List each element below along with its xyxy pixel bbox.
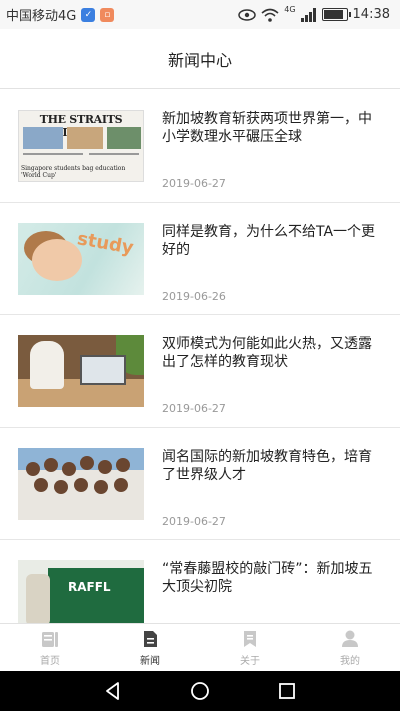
thumbnail-figure	[80, 455, 94, 470]
status-right: 4G 14:38	[238, 5, 390, 22]
thumbnail-figure	[26, 461, 40, 476]
home-icon	[42, 631, 58, 647]
eye-icon	[238, 8, 256, 21]
network-type-label: 4G	[284, 5, 296, 14]
tab-news[interactable]: 新闻	[100, 624, 200, 671]
thumbnail-photo-block	[67, 127, 103, 149]
news-title[interactable]: 闻名国际的新加坡教育特色，培育了世界级人才	[162, 448, 382, 484]
home-circle-icon[interactable]	[189, 680, 211, 702]
thumbnail-figure	[34, 477, 48, 492]
thumbnail-word: study	[75, 227, 136, 259]
thumbnail-figure	[98, 459, 112, 474]
thumbnail-figure	[114, 477, 128, 492]
wifi-icon	[261, 8, 279, 22]
tab-home[interactable]: 首页	[0, 624, 100, 671]
thumbnail-caption: Singapore students bag education 'World …	[21, 165, 126, 179]
news-list[interactable]: THE STRAITS TIMES Singapore students bag…	[0, 90, 400, 623]
status-left: 中国移动4G ✓ ▫	[6, 5, 115, 24]
bottom-tab-bar: 首页 新闻 关于 我的	[0, 623, 400, 671]
app-header: 新闻中心	[0, 29, 400, 89]
thumbnail-figure	[30, 341, 64, 389]
tab-label: 首页	[40, 655, 60, 667]
news-title[interactable]: 双师模式为何能如此火热，又透露出了怎样的教育现状	[162, 335, 382, 371]
page-title: 新闻中心	[167, 50, 232, 70]
news-date: 2019-06-27	[162, 514, 226, 528]
news-text: 闻名国际的新加坡教育特色，培育了世界级人才 2019-06-27	[162, 448, 382, 528]
signal-icon	[300, 7, 316, 22]
news-text: 双师模式为何能如此火热，又透露出了怎样的教育现状 2019-06-27	[162, 335, 382, 415]
news-item[interactable]: 闻名国际的新加坡教育特色，培育了世界级人才 2019-06-27	[0, 428, 400, 540]
news-date: 2019-06-27	[162, 177, 226, 190]
thumbnail-figure	[54, 479, 68, 494]
thumbnail-figure	[94, 479, 108, 494]
news-title[interactable]: “常春藤盟校的敲门砖”：新加坡五大顶尖初院	[162, 560, 382, 596]
news-thumbnail: THE STRAITS TIMES Singapore students bag…	[18, 110, 144, 182]
news-text: “常春藤盟校的敲门砖”：新加坡五大顶尖初院	[162, 560, 382, 623]
recents-icon[interactable]	[276, 680, 298, 702]
news-text: 新加坡教育斩获两项世界第一，中小学数理水平碾压全球 2019-06-27	[162, 110, 382, 190]
news-thumbnail: study	[18, 222, 144, 295]
carrier-label: 中国移动4G	[6, 9, 77, 24]
news-thumbnail	[18, 335, 144, 407]
battery-level	[323, 10, 344, 19]
news-item[interactable]: THE STRAITS TIMES Singapore students bag…	[0, 90, 400, 203]
thumbnail-figure	[74, 477, 88, 492]
news-item[interactable]: RAFFL “常春藤盟校的敲门砖”：新加坡五大顶尖初院	[0, 540, 400, 623]
tab-mine[interactable]: 我的	[300, 624, 400, 671]
thumbnail-figure	[44, 457, 58, 472]
back-icon[interactable]	[102, 680, 124, 702]
thumbnail-figure	[32, 238, 82, 281]
thumbnail-sign: RAFFL	[68, 580, 111, 594]
thumbnail-building	[48, 568, 144, 623]
thumbnail-laptop	[80, 355, 126, 385]
status-bar: 中国移动4G ✓ ▫ 4G 14:38	[0, 0, 400, 29]
news-text: 同样是教育，为什么不给TA一个更好的 2019-06-26	[162, 223, 382, 303]
thumbnail-crest	[26, 574, 50, 623]
news-item[interactable]: study 同样是教育，为什么不给TA一个更好的 2019-06-26	[0, 203, 400, 315]
news-icon	[144, 630, 157, 647]
thumbnail-text-line	[23, 153, 83, 155]
thumbnail-figure	[116, 457, 130, 472]
tab-label: 我的	[340, 655, 360, 667]
tab-label: 新闻	[140, 655, 160, 667]
tab-about[interactable]: 关于	[200, 624, 300, 671]
clock: 14:38	[352, 7, 390, 22]
news-title[interactable]: 同样是教育，为什么不给TA一个更好的	[162, 223, 382, 259]
bookmark-icon	[244, 630, 256, 647]
shield-icon: ✓	[81, 7, 96, 22]
news-title[interactable]: 新加坡教育斩获两项世界第一，中小学数理水平碾压全球	[162, 110, 382, 146]
system-nav-bar	[0, 671, 400, 711]
news-thumbnail	[18, 447, 144, 520]
thumbnail-figure	[62, 461, 76, 476]
tab-label: 关于	[240, 655, 260, 667]
battery-icon	[321, 8, 351, 21]
news-item[interactable]: 双师模式为何能如此火热，又透露出了怎样的教育现状 2019-06-27	[0, 315, 400, 428]
thumbnail-text-line	[89, 153, 139, 155]
news-date: 2019-06-27	[162, 402, 226, 415]
app-notification-icon: ▫	[100, 7, 115, 22]
thumbnail-photo-block	[107, 127, 141, 149]
thumbnail-photo-block	[23, 127, 63, 149]
user-icon	[342, 630, 358, 647]
news-date: 2019-06-26	[162, 289, 226, 303]
news-thumbnail: RAFFL	[18, 560, 144, 623]
